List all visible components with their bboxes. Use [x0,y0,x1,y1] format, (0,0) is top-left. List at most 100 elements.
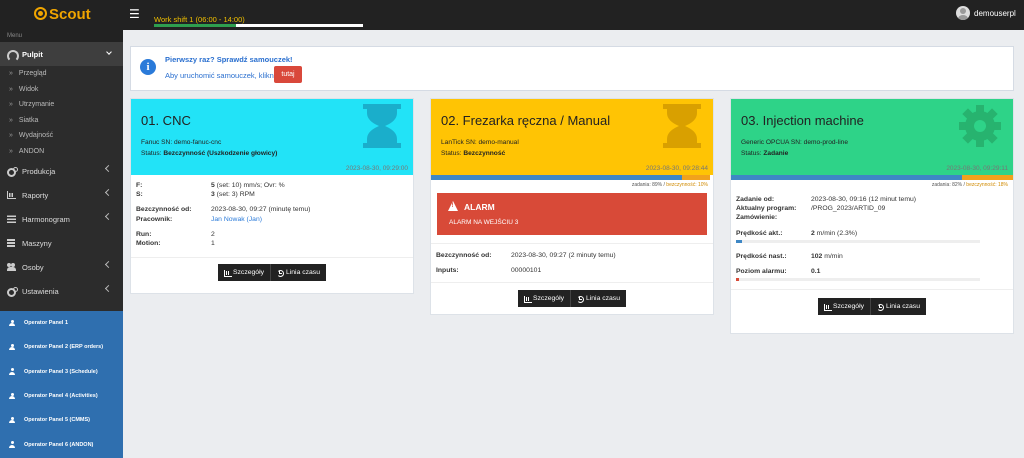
double-chevron-icon: » [9,132,13,140]
subitem-label: Przegląd [18,70,47,78]
utilization-note: zadania: 89% / bezczynność: 10% [631,182,708,188]
row-value: 3 (set: 3) RPM [211,190,255,199]
shift-progress-fill [154,24,236,27]
row-value: /PROG_2023/ARTID_09 [811,205,886,213]
row-value: 102 m/min [811,252,843,261]
username[interactable]: demouserpl [974,9,1016,18]
user-icon [9,368,15,375]
card-body: Bezczynność od: 2023-08-30, 09:27 (2 minu… [431,243,713,275]
status-value: Bezczynność (Uszkodzenie głowicy) [163,150,278,157]
row-value-rest: (set: 3) RPM [214,191,255,199]
hourglass-icon [663,104,701,148]
row-key: F: [136,182,143,189]
sidebar-subitem-siatka[interactable]: » Siatka [0,112,123,128]
sidebar-subitem-widok[interactable]: » Widok [0,81,123,97]
operator-panel-label: Operator Panel 1 [24,320,69,327]
timeline-button[interactable]: Linia czasu [869,298,926,316]
sidebar-item-label: Pulpit [22,49,43,59]
tutorial-button[interactable]: tutaj [274,66,302,83]
sidebar-item-produkcja[interactable]: Produkcja [0,159,123,183]
sidebar-item-label: Maszyny [22,238,52,248]
operator-panels: Operator Panel 1 Operator Panel 2 (ERP o… [0,311,123,458]
history-icon [276,269,284,277]
operator-panel-2[interactable]: Operator Panel 2 (ERP orders) [0,335,123,360]
hamburger-menu-icon[interactable]: ☰ [129,7,140,21]
timestamp: 2023-08-30, 09:29:00 [345,165,408,172]
bar-chart-icon [7,191,17,199]
sidebar-item-maszyny[interactable]: Maszyny [0,231,123,255]
users-icon [7,263,17,271]
details-button[interactable]: Szczegóły [518,290,570,308]
alarm-level-row: Poziom alarmu: 0.1 [736,267,1008,276]
double-chevron-icon: » [9,147,13,155]
user-icon [9,441,15,448]
details-button[interactable]: Szczegóły [218,264,270,282]
sidebar-item-label: Raporty [22,190,49,200]
detail-row: S: 3 (set: 3) RPM [136,190,408,199]
double-chevron-icon: » [9,116,13,124]
status-value: Zadanie [763,150,789,157]
tasks-value: 89% [652,182,663,188]
row-value: 2023-08-30, 09:27 (minutę temu) [211,206,311,214]
idle-label: bezczynność: [966,182,997,188]
operator-panel-1[interactable]: Operator Panel 1 [0,311,123,336]
sidebar-item-ustawienia[interactable]: Ustawienia [0,279,123,303]
button-label: Linia czasu [585,295,620,303]
operator-panel-5[interactable]: Operator Panel 5 (CMMS) [0,408,123,433]
sidebar-subitem-utrzymanie[interactable]: » Utrzymanie [0,97,123,113]
detail-row: Zadanie od: 2023-08-30, 09:16 (12 minut t… [736,195,1008,204]
server-icon [7,239,17,247]
user-avatar[interactable] [956,6,970,20]
operator-panel-3[interactable]: Operator Panel 3 (Schedule) [0,359,123,384]
status-label: Status: [741,150,762,157]
history-icon [576,295,584,303]
timeline-button[interactable]: Linia czasu [569,290,626,308]
row-key: Inputs: [436,267,459,275]
timestamp: 2023-08-30, 09:29:11 [946,165,1008,172]
detail-row: F: 5 (set: 10) mm/s; Ovr: % [136,181,408,190]
sidebar-subitem-wydajnosc[interactable]: » Wydajność [0,128,123,144]
alarm-level-bar [736,278,980,282]
worker-link[interactable]: Jan Nowak (Jan) [211,215,262,224]
sidebar-item-raporty[interactable]: Raporty [0,183,123,207]
logo[interactable]: Scout [34,6,91,23]
speed-set-row: Prędkość nast.: 102 m/min [736,252,1008,261]
sidebar-item-label: Ustawienia [22,286,59,296]
operator-panel-4[interactable]: Operator Panel 4 (Activities) [0,383,123,409]
cogs-icon [7,167,18,177]
alarm-text: ALARM NA WEJŚCIU 3 [449,219,519,226]
operator-panel-6[interactable]: Operator Panel 6 (ANDON) [0,432,123,457]
subitem-label: Widok [18,85,39,93]
alarm-box: ALARM ALARM NA WEJŚCIU 3 [437,193,707,235]
sidebar-item-harmonogram[interactable]: Harmonogram [0,207,123,231]
info-title: Pierwszy raz? Sprawdź samouczek! [165,55,293,64]
row-key: S: [136,191,143,199]
dashboard-icon [7,50,19,62]
utilization-note: zadania: 82% / bezczynność: 18% [931,182,1008,188]
timeline-button[interactable]: Linia czasu [269,264,326,282]
details-button[interactable]: Szczegóły [818,298,870,316]
operator-panel-label: Operator Panel 5 (CMMS) [24,417,91,424]
sidebar-subitem-przeglad[interactable]: » Przegląd [0,66,123,82]
sidebar-item-osoby[interactable]: Osoby [0,255,123,279]
operator-panel-label: Operator Panel 4 (Activities) [24,393,98,400]
card-button-group: Szczegóły Linia czasu [731,298,1013,316]
machine-status: Status: Bezczynność [441,150,713,157]
speed-current-row: Prędkość akt.: 2 m/min (2.3%) [736,229,1008,238]
sidebar-item-pulpit[interactable]: Pulpit [0,42,123,66]
bar-chart-icon [224,269,232,277]
row-key: Prędkość akt.: [736,229,783,237]
card-footer: Szczegóły Linia czasu [131,257,413,282]
button-label: Linia czasu [285,269,320,277]
tasks-label: zadania: [631,182,651,188]
row-value: 2023-08-30, 09:27 (2 minuty temu) [511,252,616,259]
speed-progress-fill [736,239,742,243]
sidebar-subitem-andon[interactable]: » ANDON [0,143,123,159]
button-label: Szczegóły [533,295,564,303]
button-label: Szczegóły [233,269,264,277]
chevron-left-icon [104,284,113,293]
row-key: Zamówienie: [736,214,778,222]
detail-row: Aktualny program: /PROG_2023/ARTID_09 [736,204,1008,213]
row-key: Zadanie od: [736,196,775,203]
row-value-bold: 102 [811,252,823,260]
